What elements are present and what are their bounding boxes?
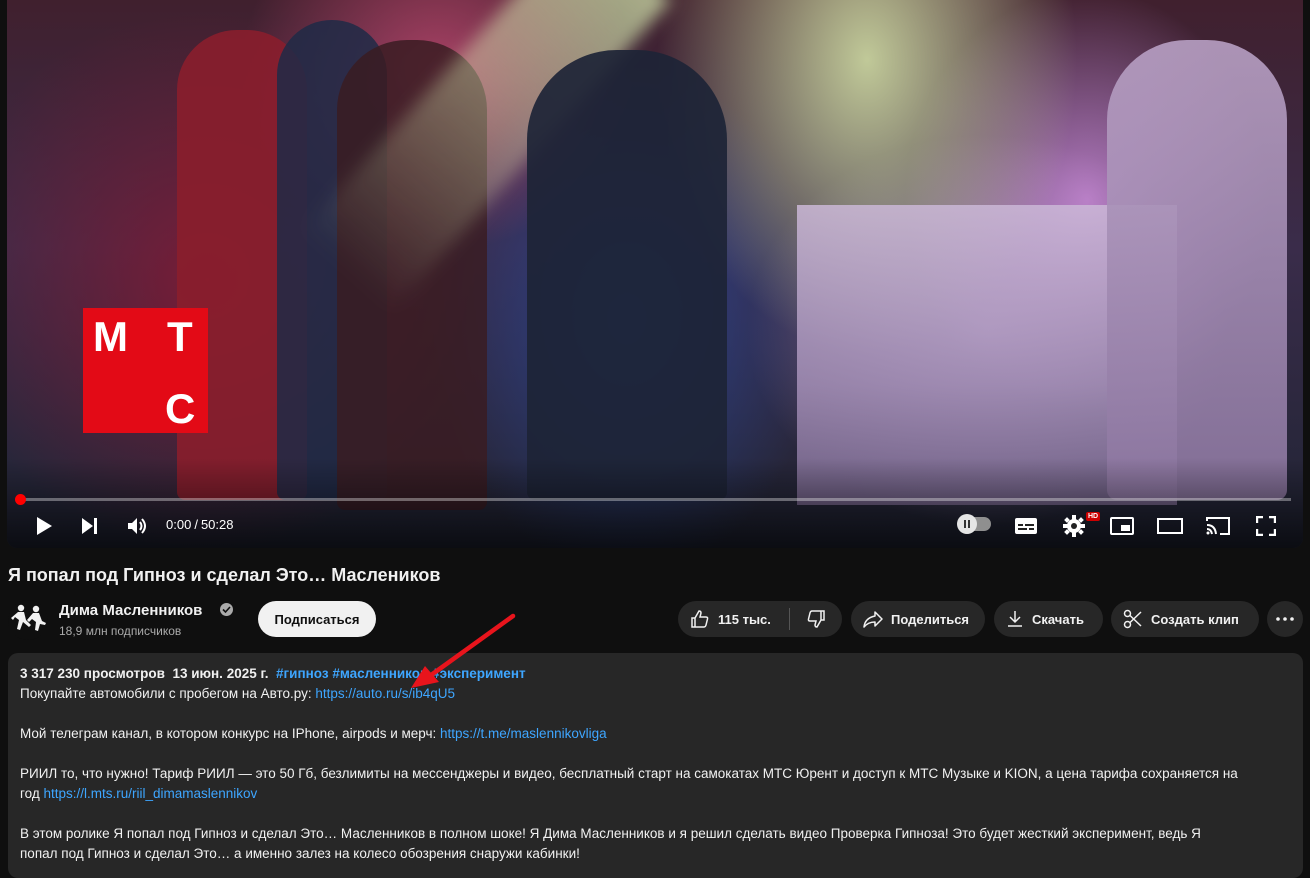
logo-letter: Т bbox=[167, 313, 193, 360]
current-time: 0:00 bbox=[166, 517, 192, 532]
like-count: 115 тыс. bbox=[718, 611, 771, 627]
description-text: РИИЛ то, что нужно! Тариф РИИЛ — это 50 … bbox=[20, 766, 1238, 781]
video-title: Я попал под Гипноз и сделал Это… Маслени… bbox=[8, 565, 441, 585]
more-actions-button[interactable] bbox=[1267, 601, 1303, 637]
autoplay-toggle[interactable] bbox=[957, 514, 991, 534]
settings-icon bbox=[1063, 515, 1085, 537]
description-text: В этом ролике Я попал под Гипноз и сдела… bbox=[20, 826, 1201, 841]
description-line: год https://l.mts.ru/riil_dimamaslenniko… bbox=[20, 786, 257, 801]
auto-ru-link[interactable]: https://auto.ru/s/ib4qU5 bbox=[315, 686, 455, 701]
channel-name[interactable]: Дима Масленников bbox=[59, 602, 202, 619]
play-button[interactable] bbox=[29, 511, 59, 541]
duration: 50:28 bbox=[200, 517, 234, 532]
like-dislike-group: 115 тыс. bbox=[678, 601, 842, 637]
description-line: РИИЛ то, что нужно! Тариф РИИЛ — это 50 … bbox=[20, 766, 1238, 781]
hashtag-link[interactable]: #масленников bbox=[332, 666, 428, 681]
description-text: Мой телеграм канал, в котором конкурс на… bbox=[20, 726, 441, 741]
theater-button[interactable] bbox=[1155, 511, 1185, 541]
upload-date: 13 июн. 2025 г. bbox=[172, 666, 269, 681]
thumbs-up-icon bbox=[691, 610, 709, 628]
mts-logo: М Т С bbox=[83, 308, 208, 433]
fullscreen-icon bbox=[1256, 516, 1276, 536]
miniplayer-button[interactable] bbox=[1107, 511, 1137, 541]
subtitles-icon bbox=[1015, 518, 1037, 534]
description-line: попал под Гипноз и сделал Это… а именно … bbox=[20, 846, 580, 861]
hashtag-link[interactable]: #гипноз bbox=[276, 666, 329, 681]
logo-letter: С bbox=[165, 385, 196, 432]
description-line: В этом ролике Я попал под Гипноз и сдела… bbox=[20, 826, 1201, 841]
subscriber-count: 18,9 млн подписчиков bbox=[59, 624, 182, 638]
share-button[interactable]: Поделиться bbox=[851, 601, 985, 637]
video-scene bbox=[527, 50, 727, 500]
description-line: Мой телеграм канал, в котором конкурс на… bbox=[20, 726, 607, 741]
download-label: Скачать bbox=[1032, 611, 1084, 627]
cast-icon bbox=[1206, 517, 1230, 535]
subscribe-button[interactable]: Подписаться bbox=[258, 601, 376, 637]
logo-letter: М bbox=[93, 313, 128, 360]
video-player[interactable]: М Т С 0:00/50:28 HD bbox=[7, 0, 1303, 548]
volume-icon bbox=[128, 518, 146, 534]
video-scene bbox=[1107, 40, 1287, 500]
settings-button[interactable] bbox=[1059, 511, 1089, 541]
share-label: Поделиться bbox=[891, 611, 970, 627]
clip-button[interactable]: Создать клип bbox=[1111, 601, 1259, 637]
time-separator: / bbox=[194, 517, 198, 532]
fullscreen-button[interactable] bbox=[1251, 511, 1281, 541]
view-count: 3 317 230 просмотров bbox=[20, 666, 165, 681]
verified-check-icon bbox=[220, 603, 233, 616]
scissors-icon bbox=[1123, 609, 1142, 629]
dislike-button[interactable] bbox=[790, 601, 842, 637]
download-button[interactable]: Скачать bbox=[994, 601, 1103, 637]
theater-icon bbox=[1157, 518, 1183, 534]
description-stats: 3 317 230 просмотров 13 июн. 2025 г. #ги… bbox=[20, 666, 526, 681]
progress-bar[interactable] bbox=[19, 498, 1291, 501]
more-dots-icon bbox=[1276, 617, 1294, 621]
hashtag-link[interactable]: #эксперимент bbox=[432, 666, 526, 681]
next-icon bbox=[82, 518, 97, 534]
description-text: Покупайте автомобили с пробегом на Авто.… bbox=[20, 686, 316, 701]
mts-link[interactable]: https://l.mts.ru/riil_dimamaslennikov bbox=[43, 786, 257, 801]
description-text: попал под Гипноз и сделал Это… а именно … bbox=[20, 846, 580, 861]
cast-button[interactable] bbox=[1203, 511, 1233, 541]
hd-badge: HD bbox=[1086, 512, 1101, 521]
telegram-link[interactable]: https://t.me/maslennikovliga bbox=[440, 726, 607, 741]
clip-label: Создать клип bbox=[1151, 611, 1239, 627]
miniplayer-icon bbox=[1110, 517, 1134, 535]
running-figures-icon bbox=[11, 604, 46, 631]
download-icon bbox=[1008, 611, 1022, 627]
description-text: год bbox=[20, 786, 44, 801]
share-icon bbox=[863, 611, 883, 628]
channel-avatar[interactable] bbox=[8, 600, 48, 640]
play-icon bbox=[37, 517, 52, 535]
progress-scrubber[interactable] bbox=[15, 494, 26, 505]
time-display: 0:00/50:28 bbox=[166, 517, 233, 532]
description-box[interactable]: 3 317 230 просмотров 13 июн. 2025 г. #ги… bbox=[8, 653, 1303, 878]
like-button[interactable]: 115 тыс. bbox=[678, 601, 789, 637]
subtitles-button[interactable] bbox=[1011, 511, 1041, 541]
thumbs-down-icon bbox=[807, 610, 825, 628]
next-button[interactable] bbox=[75, 511, 105, 541]
description-line: Покупайте автомобили с пробегом на Авто.… bbox=[20, 686, 455, 701]
volume-button[interactable] bbox=[123, 511, 153, 541]
pause-icon bbox=[957, 514, 977, 534]
